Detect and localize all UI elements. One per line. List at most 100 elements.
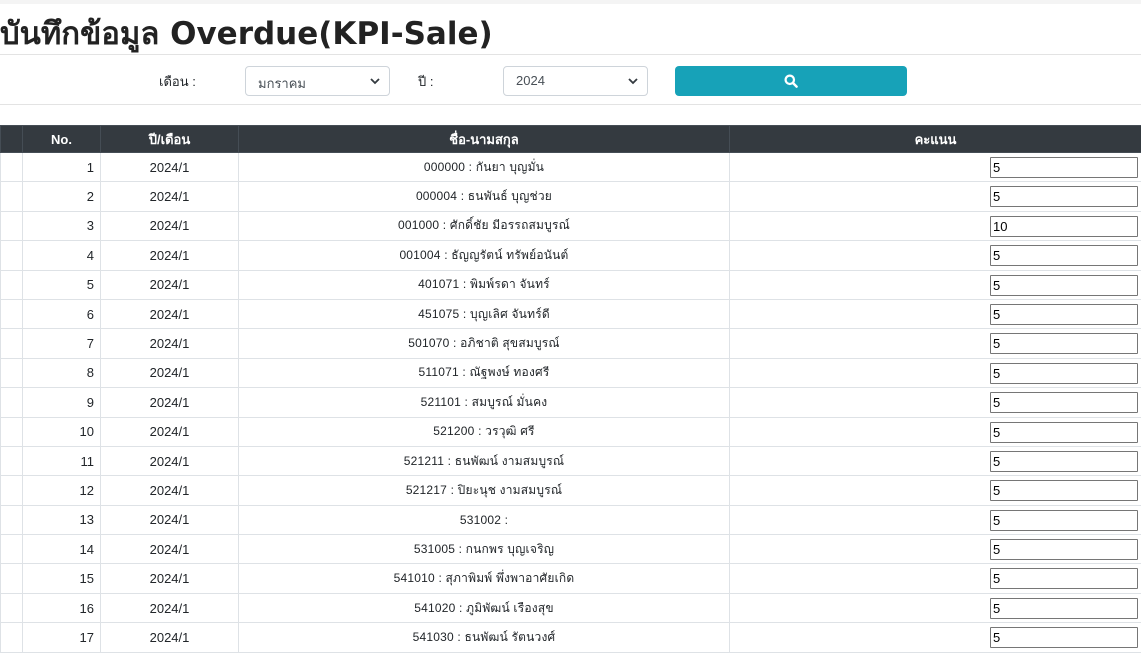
row-score-cell bbox=[729, 534, 1141, 565]
table-row: 8 2024/1 511071 : ณัฐพงษ์ ทองศรี bbox=[0, 357, 1141, 389]
row-period: 2024/1 bbox=[100, 504, 239, 536]
row-period: 2024/1 bbox=[100, 298, 239, 330]
score-input[interactable] bbox=[990, 627, 1138, 649]
month-label: เดือน : bbox=[159, 74, 196, 89]
score-input[interactable] bbox=[990, 539, 1138, 561]
row-no: 14 bbox=[22, 534, 101, 565]
row-name: 521200 : วรวุฒิ ศรี bbox=[238, 416, 730, 447]
score-input[interactable] bbox=[990, 333, 1138, 355]
row-score-cell bbox=[729, 592, 1141, 624]
row-period: 2024/1 bbox=[100, 328, 239, 359]
row-name: 521101 : สมบูรณ์ มั่นคง bbox=[238, 387, 730, 418]
row-period: 2024/1 bbox=[100, 475, 239, 506]
score-input[interactable] bbox=[990, 245, 1138, 267]
chevron-down-icon bbox=[628, 78, 638, 85]
row-blank bbox=[0, 622, 23, 653]
page-title: บันทึกข้อมูล Overdue(KPI-Sale) bbox=[0, 16, 493, 52]
row-period: 2024/1 bbox=[100, 210, 239, 242]
score-input[interactable] bbox=[990, 186, 1138, 208]
row-blank bbox=[0, 357, 23, 389]
month-select[interactable]: มกราคม bbox=[245, 66, 390, 96]
score-input[interactable] bbox=[990, 597, 1138, 619]
row-score-cell bbox=[729, 416, 1141, 447]
row-blank bbox=[0, 269, 23, 300]
score-input[interactable] bbox=[990, 215, 1138, 237]
row-period: 2024/1 bbox=[100, 592, 239, 624]
score-input[interactable] bbox=[990, 157, 1138, 178]
row-blank bbox=[0, 328, 23, 359]
filter-bar: เดือน : มกราคม ปี : 2024 bbox=[0, 54, 1141, 105]
row-no: 6 bbox=[22, 298, 101, 330]
row-name: 001000 : ศักดิ์ชัย มีอรรถสมบูรณ์ bbox=[238, 210, 730, 242]
row-score-cell bbox=[729, 151, 1141, 183]
header-period: ปี/เดือน bbox=[100, 125, 239, 153]
table-row: 15 2024/1 541010 : สุภาพิมพ์ พึ่งพาอาศัยเก… bbox=[0, 563, 1141, 594]
row-blank bbox=[0, 475, 23, 506]
row-score-cell bbox=[729, 240, 1141, 271]
table-row: 9 2024/1 521101 : สมบูรณ์ มั่นคง bbox=[0, 387, 1141, 418]
table-row: 13 2024/1 531002 : bbox=[0, 504, 1141, 536]
row-period: 2024/1 bbox=[100, 416, 239, 447]
score-input[interactable] bbox=[990, 392, 1138, 414]
score-input[interactable] bbox=[990, 303, 1138, 325]
table-row: 4 2024/1 001004 : ธัญญรัตน์ ทรัพย์อนันต์ bbox=[0, 240, 1141, 271]
row-blank bbox=[0, 592, 23, 624]
table-body: 12024/1000000 : กันยา บุญมั่น22024/10000… bbox=[0, 151, 1141, 653]
row-score-cell bbox=[729, 181, 1141, 212]
score-input[interactable] bbox=[990, 568, 1138, 590]
row-no: 13 bbox=[22, 504, 101, 536]
search-button[interactable] bbox=[675, 66, 907, 96]
row-score-cell bbox=[729, 298, 1141, 330]
row-blank bbox=[0, 210, 23, 242]
row-blank bbox=[0, 240, 23, 271]
row-period: 2024/1 bbox=[100, 357, 239, 389]
header-name: ชื่อ-นามสกุล bbox=[238, 125, 730, 153]
row-name: 001004 : ธัญญรัตน์ ทรัพย์อนันต์ bbox=[238, 240, 730, 271]
row-no: 9 bbox=[22, 387, 101, 418]
row-score-cell bbox=[729, 387, 1141, 418]
row-no: 3 bbox=[22, 210, 101, 242]
score-input[interactable] bbox=[990, 450, 1138, 472]
row-name: 521217 : ปิยะนุช งามสมบูรณ์ bbox=[238, 475, 730, 506]
row-score-cell bbox=[729, 445, 1141, 477]
row-blank bbox=[0, 445, 23, 477]
row-no: 8 bbox=[22, 357, 101, 389]
table-row: 14 2024/1 531005 : กนกพร บุญเจริญ bbox=[0, 534, 1141, 565]
row-no: 15 bbox=[22, 563, 101, 594]
row-no: 5 bbox=[22, 269, 101, 300]
row-score-cell bbox=[729, 475, 1141, 506]
row-no: 17 bbox=[22, 622, 101, 653]
year-select[interactable]: 2024 bbox=[503, 66, 648, 96]
row-name: 000000 : กันยา บุญมั่น bbox=[238, 151, 730, 183]
row-name: 501070 : อภิชาติ สุขสมบูรณ์ bbox=[238, 328, 730, 359]
table-row: 1 2024/1 000000 : กันยา บุญมั่น bbox=[0, 151, 1141, 183]
row-no: 2 bbox=[22, 181, 101, 212]
score-input[interactable] bbox=[990, 480, 1138, 502]
row-name: 511071 : ณัฐพงษ์ ทองศรี bbox=[238, 357, 730, 389]
row-score-cell bbox=[729, 328, 1141, 359]
table-row: 11 2024/1 521211 : ธนพัฒน์ งามสมบูรณ์ bbox=[0, 445, 1141, 477]
chevron-down-icon bbox=[370, 78, 380, 85]
score-input[interactable] bbox=[990, 274, 1138, 296]
row-period: 2024/1 bbox=[100, 240, 239, 271]
row-no: 11 bbox=[22, 445, 101, 477]
row-name: 541010 : สุภาพิมพ์ พึ่งพาอาศัยเกิด bbox=[238, 563, 730, 594]
row-no: 7 bbox=[22, 328, 101, 359]
row-name: 521211 : ธนพัฒน์ งามสมบูรณ์ bbox=[238, 445, 730, 477]
row-score-cell bbox=[729, 210, 1141, 242]
search-icon bbox=[784, 74, 798, 88]
score-input[interactable] bbox=[990, 362, 1138, 384]
score-input[interactable] bbox=[990, 421, 1138, 443]
table-row: 2 2024/1 000004 : ธนพันธ์ บุญช่วย bbox=[0, 181, 1141, 212]
row-period: 2024/1 bbox=[100, 269, 239, 300]
row-no: 16 bbox=[22, 592, 101, 624]
row-name: 451075 : บุญเลิศ จันทร์ดี bbox=[238, 298, 730, 330]
table-row: 5 2024/1 401071 : พิมพ์รดา จันทร์ bbox=[0, 269, 1141, 300]
row-blank bbox=[0, 416, 23, 447]
table-row: 12 2024/1 521217 : ปิยะนุช งามสมบูรณ์ bbox=[0, 475, 1141, 506]
row-score-cell bbox=[729, 269, 1141, 300]
score-input[interactable] bbox=[990, 509, 1138, 531]
row-blank bbox=[0, 387, 23, 418]
top-shade bbox=[0, 0, 1141, 4]
row-name: 401071 : พิมพ์รดา จันทร์ bbox=[238, 269, 730, 300]
